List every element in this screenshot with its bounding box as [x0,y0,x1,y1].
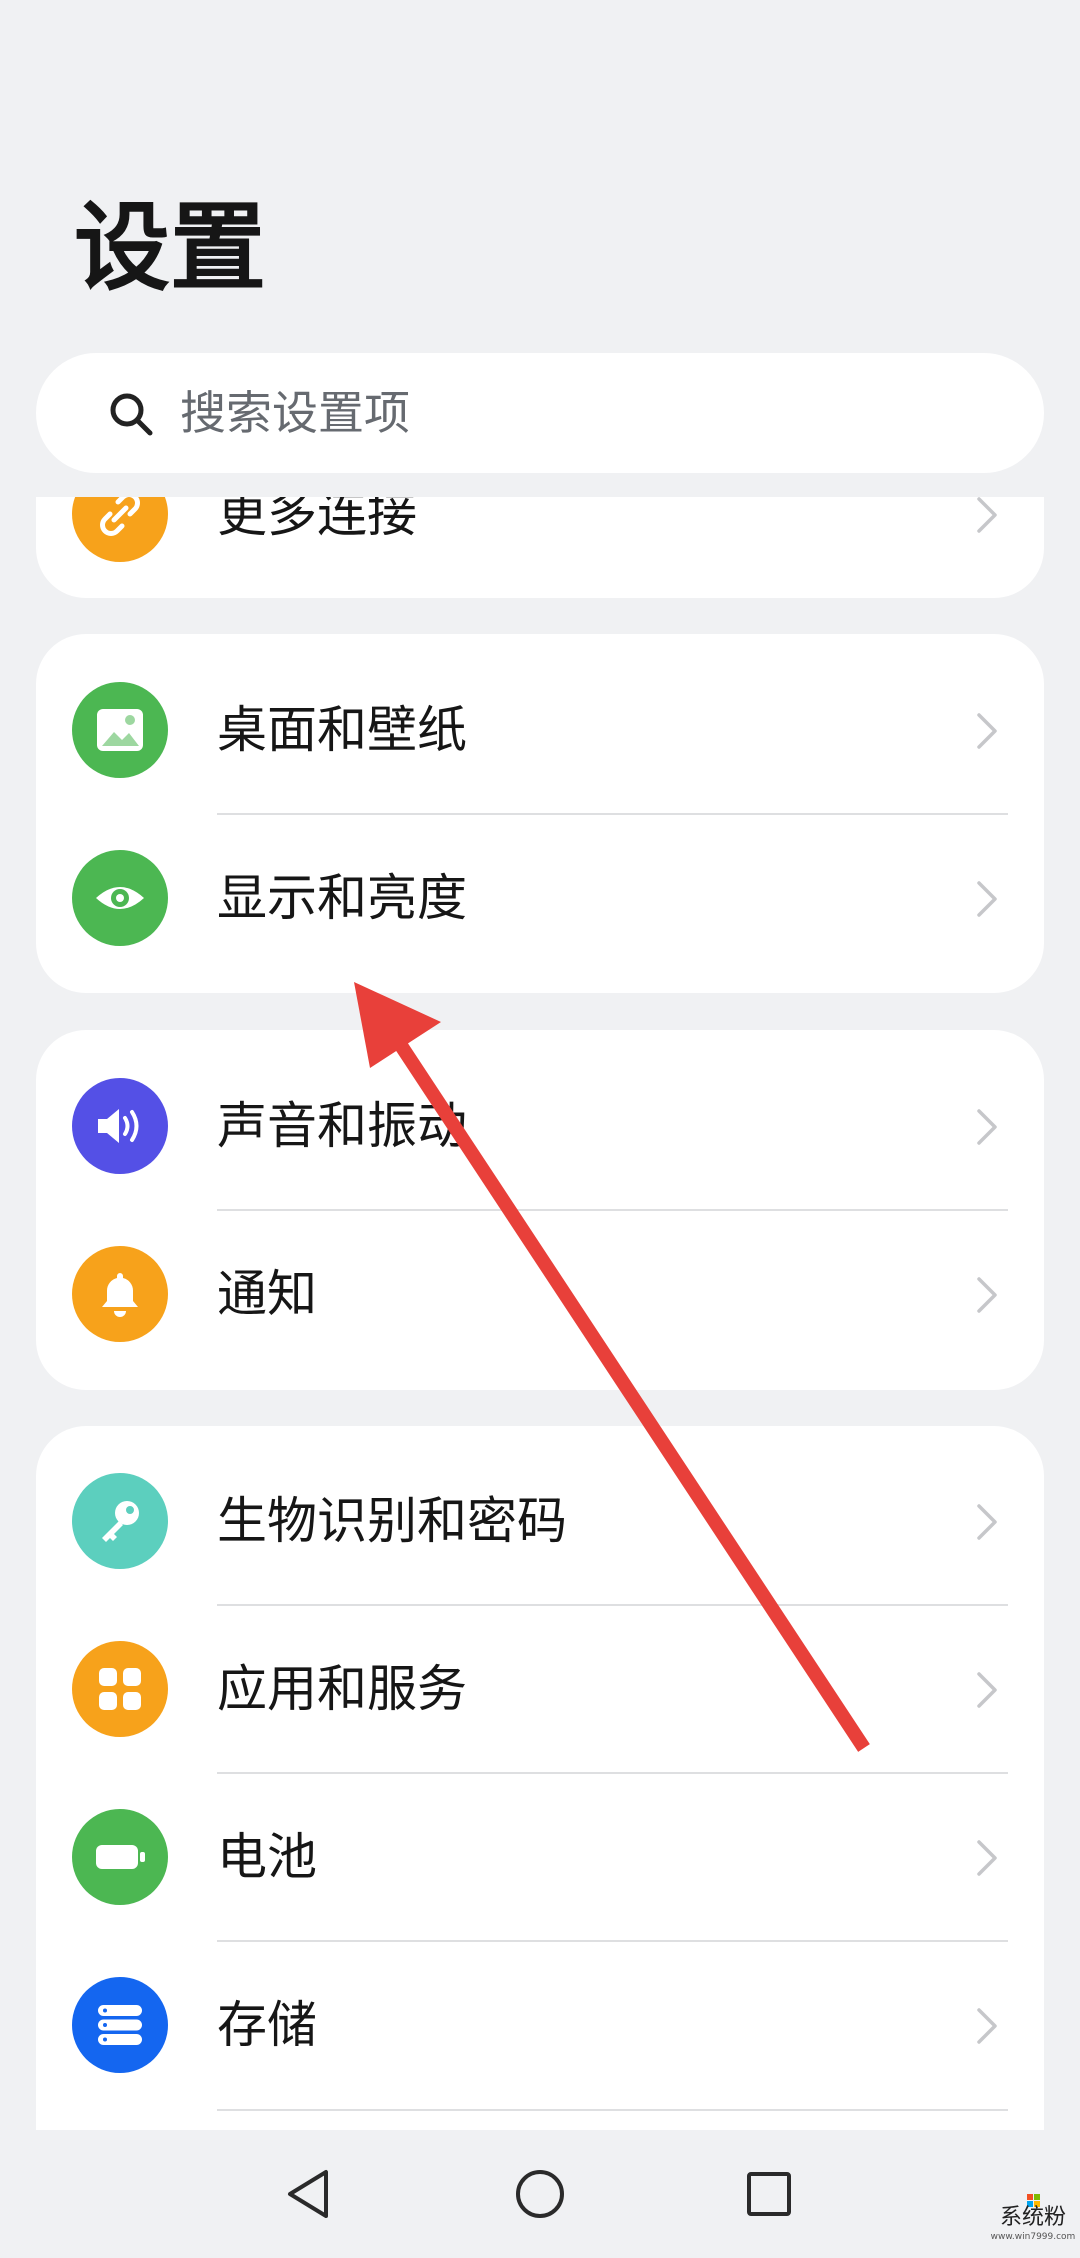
chevron-right-icon [977,1672,997,1708]
settings-item-notifications[interactable]: 通知 [36,1210,1044,1378]
home-button[interactable] [480,2130,600,2258]
settings-item-sound-vibration[interactable]: 声音和振动 [36,1042,1044,1210]
card-display: 桌面和壁纸 显示和亮度 [36,634,1044,993]
biometrics-icon-bg [72,1473,168,1569]
link-icon [100,497,140,536]
search-bar[interactable] [36,353,1044,473]
desktop-wallpaper-icon-bg [72,682,168,778]
chevron-right-icon [977,497,997,533]
settings-item-label: 显示和亮度 [217,869,467,927]
settings-item-label: 电池 [217,1828,317,1886]
battery-icon [96,1845,145,1869]
chevron-right-icon [977,1277,997,1313]
divider [217,2109,1008,2111]
card-system: 生物识别和密码 应用和服务 电池 存储 [36,1426,1044,2130]
chevron-right-icon [977,713,997,749]
settings-item-storage[interactable]: 存储 [36,1941,1044,2109]
image-icon [97,709,143,751]
storage-icon [98,2005,142,2045]
apps-icon [99,1668,141,1710]
settings-item-biometrics-password[interactable]: 生物识别和密码 [36,1437,1044,1605]
home-circle-icon [516,2170,564,2218]
page-title: 设置 [74,192,266,304]
chevron-right-icon [977,1109,997,1145]
recents-button[interactable] [709,2130,829,2258]
card-sound-notify: 声音和振动 通知 [36,1030,1044,1390]
more-connections-icon-bg [72,497,168,562]
settings-item-display-brightness[interactable]: 显示和亮度 [36,814,1044,982]
settings-item-apps-services[interactable]: 应用和服务 [36,1605,1044,1773]
navigation-bar [0,2130,1080,2258]
settings-item-battery[interactable]: 电池 [36,1773,1044,1941]
card-more-connections: 更多连接 [36,497,1044,598]
settings-item-label: 生物识别和密码 [217,1492,567,1550]
bell-icon [102,1273,138,1317]
recents-square-icon [747,2172,791,2216]
storage-icon-bg [72,1977,168,2073]
settings-item-label: 应用和服务 [217,1660,467,1718]
settings-item-desktop-wallpaper[interactable]: 桌面和壁纸 [36,646,1044,814]
back-triangle-icon [288,2170,328,2218]
chevron-right-icon [977,1840,997,1876]
notifications-icon-bg [72,1246,168,1342]
settings-item-more-connections[interactable]: 更多连接 [36,497,1044,598]
watermark-text: 系统粉 [999,2205,1066,2230]
speaker-icon [98,1109,139,1143]
chevron-right-icon [977,1504,997,1540]
key-icon [102,1501,139,1542]
watermark: 系统粉 www.win7999.com [990,2188,1076,2254]
display-brightness-icon-bg [72,850,168,946]
eye-icon [96,887,144,909]
back-button[interactable] [250,2130,370,2258]
search-icon [110,393,153,436]
settings-item-label: 更多连接 [217,497,417,543]
settings-item-label: 通知 [217,1265,317,1323]
settings-item-label: 桌面和壁纸 [217,701,467,759]
chevron-right-icon [977,2008,997,2044]
settings-item-label: 存储 [217,1996,317,2054]
settings-item-label: 声音和振动 [217,1097,467,1155]
battery-icon-bg [72,1809,168,1905]
search-input[interactable] [180,353,1000,473]
chevron-right-icon [977,881,997,917]
sound-vibration-icon-bg [72,1078,168,1174]
apps-services-icon-bg [72,1641,168,1737]
watermark-subtext: www.win7999.com [990,2232,1076,2242]
